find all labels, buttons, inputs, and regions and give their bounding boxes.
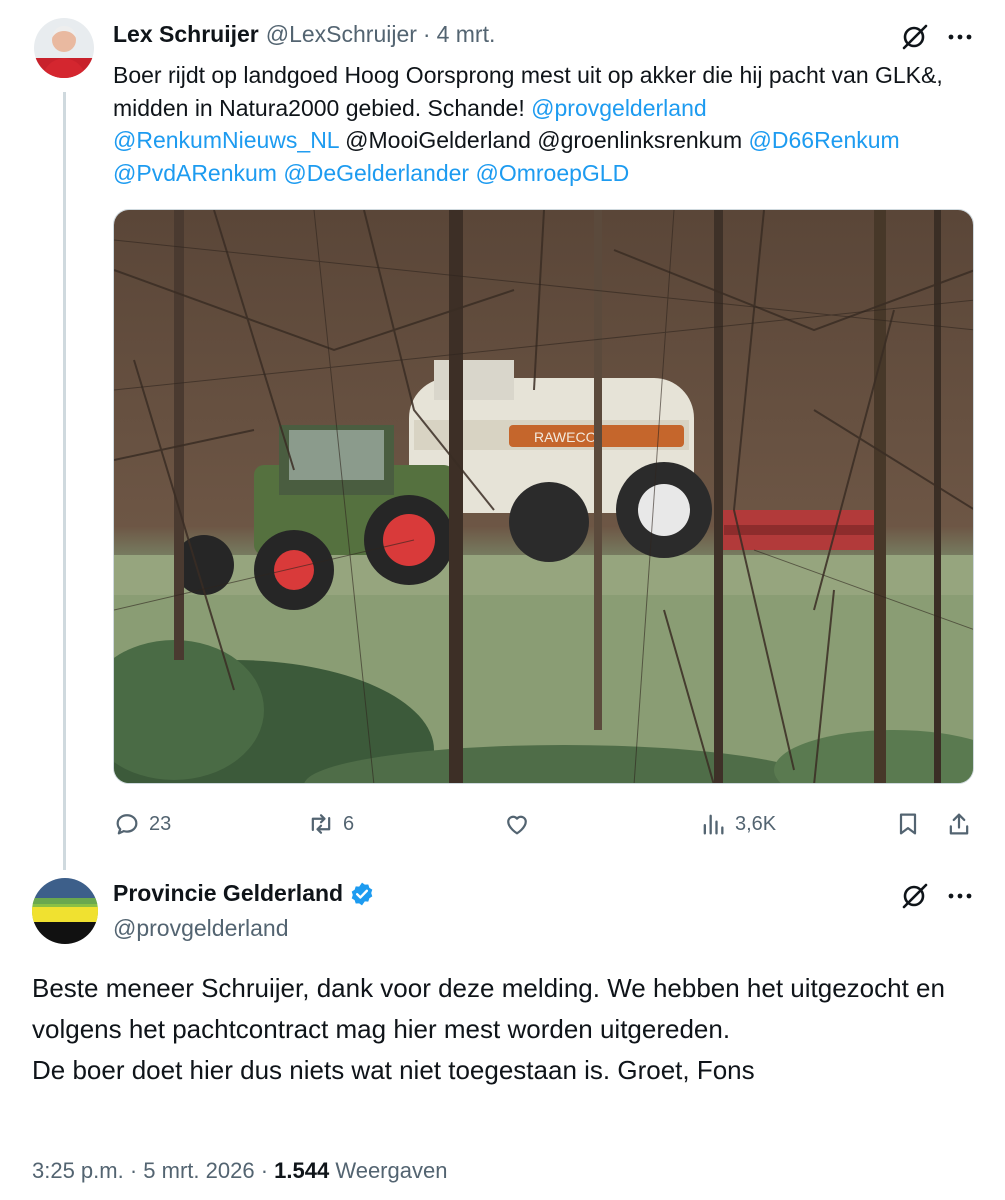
tweet-actions: 23 6 3,6K	[0, 808, 1005, 840]
tweet-date[interactable]: 5 mrt. 2026	[143, 1158, 254, 1183]
tweet-text-intro: Boer rijdt op landgoed Hoog Oorsprong me…	[113, 62, 943, 121]
repost-count: 6	[343, 812, 355, 835]
author-name-row: Provincie Gelderland	[113, 880, 375, 907]
avatar[interactable]	[32, 878, 98, 944]
bookmark-button[interactable]	[894, 808, 922, 840]
grok-icon[interactable]	[899, 22, 929, 52]
reply-count: 23	[149, 812, 172, 835]
mention[interactable]: @D66Renkum	[749, 127, 900, 153]
tweet-paragraph: De boer doet hier dus niets wat niet toe…	[32, 1055, 755, 1085]
thread-line	[63, 92, 66, 870]
mention[interactable]: @RenkumNieuws_NL	[113, 127, 339, 153]
share-button[interactable]	[945, 808, 973, 840]
author-name[interactable]: Lex Schruijer	[113, 21, 259, 48]
mention[interactable]: @provgelderland	[531, 95, 707, 121]
repost-button[interactable]: 6	[307, 808, 354, 840]
tweet-text: Beste meneer Schruijer, dank voor deze m…	[32, 968, 982, 1091]
more-icon[interactable]	[945, 22, 975, 52]
tweet-paragraph: Beste meneer Schruijer, dank voor deze m…	[32, 973, 945, 1044]
more-icon[interactable]	[945, 881, 975, 911]
like-button[interactable]	[503, 808, 539, 840]
reply-button[interactable]: 23	[113, 808, 171, 840]
author-name[interactable]: Provincie Gelderland	[113, 880, 343, 907]
share-icon	[949, 813, 969, 835]
mention[interactable]: @DeGelderlander	[283, 160, 469, 186]
mention[interactable]: @OmroepGLD	[475, 160, 629, 186]
verified-badge-icon	[351, 882, 373, 905]
views-button[interactable]: 3,6K	[699, 808, 776, 840]
views-count: 1.544	[274, 1158, 330, 1183]
repost-icon	[311, 814, 331, 834]
reply-icon	[116, 814, 138, 835]
views-icon	[703, 814, 724, 835]
tweet-meta: 3:25 p.m. · 5 mrt. 2026 · 1.544 Weergave…	[32, 1158, 447, 1184]
avatar[interactable]	[34, 18, 94, 78]
mention[interactable]: @PvdARenkum	[113, 160, 277, 186]
views-label: Weergaven	[335, 1158, 448, 1183]
mention[interactable]: @MooiGelderland	[345, 127, 531, 153]
views-count: 3,6K	[735, 812, 777, 835]
tweet-header: Lex Schruijer @LexSchruijer · 4 mrt.	[113, 21, 495, 48]
grok-icon[interactable]	[899, 881, 929, 911]
tweet-time[interactable]: 3:25 p.m.	[32, 1158, 124, 1183]
mention[interactable]: @groenlinksrenkum	[537, 127, 742, 153]
separator: ·	[422, 21, 431, 47]
tweet-date[interactable]: 4 mrt.	[437, 21, 496, 48]
author-handle[interactable]: @LexSchruijer	[266, 21, 417, 48]
tweet-text: Boer rijdt op landgoed Hoog Oorsprong me…	[113, 59, 983, 189]
author-handle[interactable]: @provgelderland	[113, 915, 289, 942]
photo-image-text: RAWECO	[534, 429, 597, 445]
separator: ·	[260, 1158, 269, 1183]
like-icon	[507, 815, 527, 835]
bookmark-icon	[899, 813, 917, 835]
tweet-photo[interactable]: RAWECO	[113, 209, 974, 784]
separator: ·	[129, 1158, 138, 1183]
